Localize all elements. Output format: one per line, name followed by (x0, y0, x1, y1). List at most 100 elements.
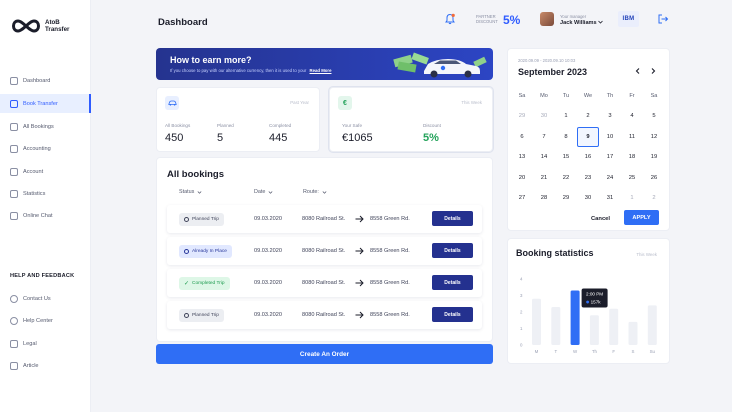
table-row[interactable]: Already In Place 09.03.2020 8080 Railroa… (167, 237, 482, 265)
calendar-day[interactable]: 29 (555, 188, 577, 208)
safe-label: Your Safe (342, 123, 363, 128)
calendar-day[interactable]: 4 (621, 106, 643, 126)
calendar-day[interactable]: 14 (533, 147, 555, 167)
calendar-day[interactable]: 30 (577, 188, 599, 208)
calendar-day[interactable]: 23 (577, 168, 599, 188)
calendar-day[interactable]: 13 (511, 147, 533, 167)
sidebar: AtoB Transfer Dashboard Book Transfer Al… (0, 0, 91, 412)
sidebar-item-help-center[interactable]: Help Center (0, 311, 91, 330)
period-tag[interactable]: Past Year (290, 100, 309, 105)
calendar-day[interactable]: 30 (533, 106, 555, 126)
chevron-right-icon[interactable] (649, 67, 657, 75)
calendar-day[interactable]: 17 (599, 147, 621, 167)
details-button[interactable]: Details (432, 307, 473, 322)
sidebar-item-accounting[interactable]: Accounting (0, 139, 91, 158)
chart-bar[interactable] (628, 321, 638, 345)
avatar[interactable] (540, 12, 554, 26)
status-column-header[interactable]: Status (179, 189, 202, 195)
route-from: 8080 Railroad St. (302, 216, 346, 222)
discount-value: 5% (423, 132, 439, 144)
calendar-day[interactable]: 9 (577, 126, 599, 147)
bookings-icon (10, 122, 18, 131)
calendar-month: September 2023 (518, 67, 588, 77)
details-button[interactable]: Details (432, 275, 473, 290)
cancel-button[interactable]: Cancel (591, 216, 610, 222)
calendar-day[interactable]: 2 (577, 106, 599, 126)
calendar-day[interactable]: 6 (511, 127, 533, 147)
details-button[interactable]: Details (432, 211, 473, 226)
calendar-day[interactable]: 2 (643, 188, 665, 208)
sidebar-item-account[interactable]: Account (0, 162, 91, 181)
status-badge: ✓ Completed Trip (179, 277, 230, 290)
calendar-day[interactable]: 1 (555, 106, 577, 126)
calendar-day[interactable]: 29 (511, 106, 533, 126)
discount-label: Discount (423, 123, 441, 128)
details-button[interactable]: Details (432, 243, 473, 258)
calendar-day[interactable]: 11 (621, 127, 643, 147)
x-tick-label: T (554, 349, 557, 354)
y-tick-label: 0 (520, 343, 523, 348)
chart-bar[interactable] (532, 298, 541, 345)
sidebar-item-contact-us[interactable]: Contact Us (0, 289, 91, 308)
calendar-day[interactable]: 27 (511, 188, 533, 208)
period-tag[interactable]: This Week (461, 100, 482, 105)
calendar-day[interactable]: 19 (643, 147, 665, 167)
help-icon (10, 316, 18, 325)
chart-bar[interactable] (570, 290, 580, 345)
calendar-day[interactable]: 7 (533, 127, 555, 147)
calendar-day[interactable]: 18 (621, 147, 643, 167)
create-order-button[interactable]: Create An Order (156, 344, 493, 364)
sidebar-item-all-bookings[interactable]: All Bookings (0, 117, 91, 136)
sidebar-item-book-transfer[interactable]: Book Transfer (0, 94, 91, 113)
calendar-day[interactable]: 1 (621, 188, 643, 208)
chevron-left-icon[interactable] (634, 67, 642, 75)
read-more-link[interactable]: Read More (310, 68, 332, 73)
logo-text: AtoB Transfer (45, 19, 69, 34)
company-logo[interactable]: IBM (618, 11, 639, 27)
calendar-day[interactable]: 22 (555, 168, 577, 188)
sidebar-item-dashboard[interactable]: Dashboard (0, 71, 91, 90)
calendar-day[interactable]: 10 (599, 127, 621, 147)
user-menu[interactable]: Jack Williams (560, 20, 604, 26)
calendar-day[interactable]: 16 (577, 147, 599, 167)
calendar-day[interactable]: 12 (643, 127, 665, 147)
calendar-day[interactable]: 28 (533, 188, 555, 208)
calendar-day[interactable]: 15 (555, 147, 577, 167)
calendar-day[interactable]: 25 (621, 168, 643, 188)
calendar-day[interactable]: 3 (599, 106, 621, 126)
accounting-icon (10, 144, 18, 153)
logo[interactable]: AtoB Transfer (10, 17, 69, 35)
calendar-day[interactable]: 8 (555, 127, 577, 147)
euro-icon: € (343, 99, 347, 107)
calendar-day[interactable]: 5 (643, 106, 665, 126)
route-column-header[interactable]: Route: (303, 189, 327, 195)
calendar-day[interactable]: 31 (599, 188, 621, 208)
sidebar-item-article[interactable]: Article (0, 356, 91, 375)
calendar-day[interactable]: 24 (599, 168, 621, 188)
calendar-day[interactable]: 20 (511, 168, 533, 188)
banner-subtitle: If you choose to pay with our alternativ… (170, 68, 331, 73)
column-label: Status (179, 189, 195, 195)
table-row[interactable]: Planned Trip 09.03.2020 8080 Railroad St… (167, 301, 482, 329)
calendar-day[interactable]: 26 (643, 168, 665, 188)
bell-icon[interactable] (444, 13, 456, 25)
date-column-header[interactable]: Date (254, 189, 273, 195)
sidebar-item-legal[interactable]: Legal (0, 334, 91, 353)
logout-icon[interactable] (657, 13, 669, 25)
route-to: 8558 Green Rd. (370, 312, 410, 318)
chart-bar[interactable] (609, 308, 619, 345)
status-text: Planned Trip (192, 217, 219, 222)
promo-banner: How to earn more? If you choose to pay w… (156, 48, 493, 80)
chart-bar[interactable] (647, 305, 657, 345)
row-date: 09.03.2020 (254, 248, 282, 254)
table-row[interactable]: Planned Trip 09.03.2020 8080 Railroad St… (167, 205, 482, 233)
chart-bar[interactable] (551, 307, 561, 345)
calendar-day[interactable]: 21 (533, 168, 555, 188)
sidebar-item-statistics[interactable]: Statistics (0, 184, 91, 203)
chart-bar[interactable] (589, 315, 599, 345)
table-row[interactable]: ✓ Completed Trip 09.03.2020 8080 Railroad… (167, 269, 482, 297)
y-tick-label: 3 (520, 293, 523, 298)
sidebar-item-online-chat[interactable]: Online Chat (0, 206, 91, 225)
all-bookings-panel: All bookings Status Date Route: Planned … (156, 157, 493, 342)
apply-button[interactable]: APPLY (624, 210, 659, 225)
